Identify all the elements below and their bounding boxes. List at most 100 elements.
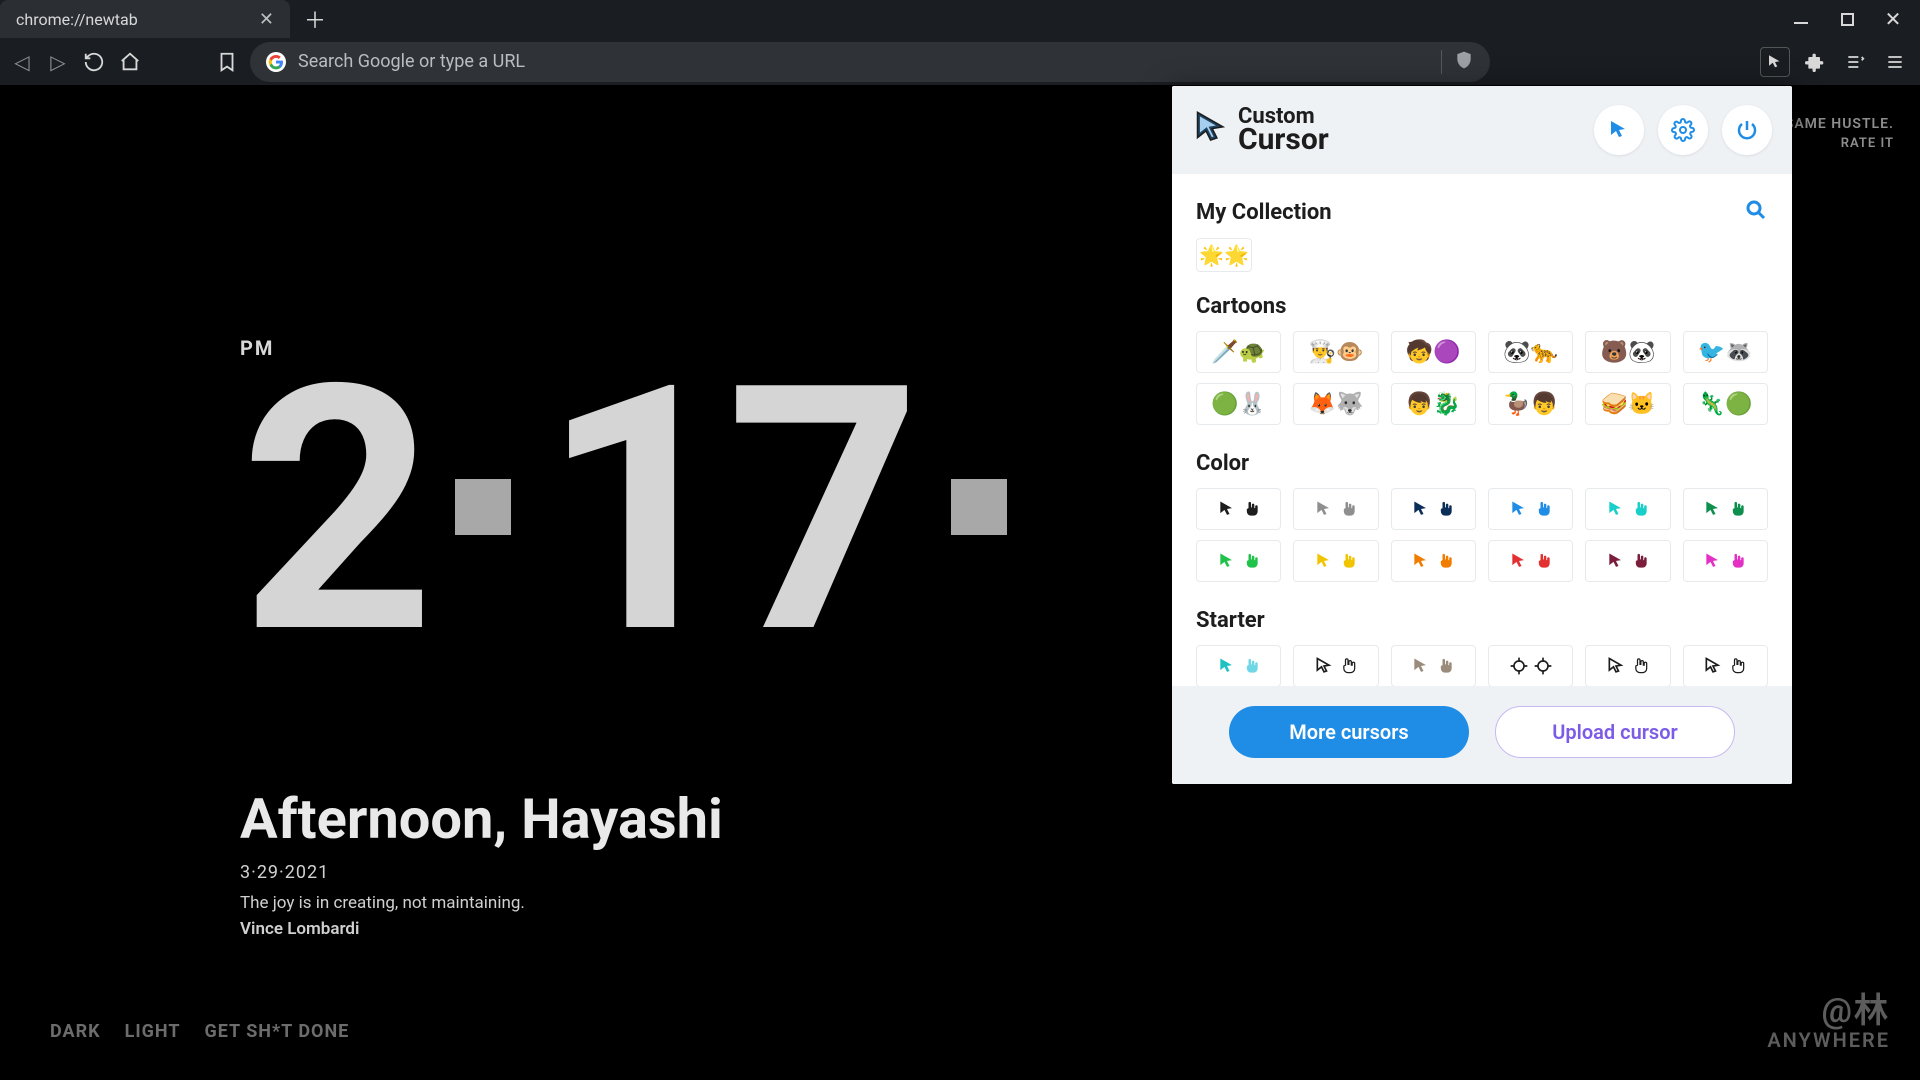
starter-cursor-item[interactable] <box>1683 645 1768 686</box>
watermark-line2: ANYWHERE <box>1767 1028 1890 1052</box>
greeting-block: Afternoon, Hayashi 3·29·2021 The joy is … <box>240 786 723 939</box>
popup-footer: More cursors Upload cursor <box>1172 686 1792 784</box>
default-cursor-button[interactable] <box>1594 105 1644 155</box>
popup-logo[interactable]: Custom Cursor <box>1192 108 1329 152</box>
color-cursor-item[interactable] <box>1585 540 1670 582</box>
watermark: @林 ANYWHERE <box>1767 983 1890 1052</box>
cartoon-cursor-item[interactable]: 🦊🐺 <box>1293 383 1378 425</box>
starter-cursor-item[interactable] <box>1585 645 1670 686</box>
logo-line2: Cursor <box>1238 127 1329 153</box>
color-cursor-item[interactable] <box>1391 540 1476 582</box>
quote-text: The joy is in creating, not maintaining. <box>240 893 723 913</box>
close-window-button[interactable]: ✕ <box>1884 10 1902 28</box>
clock-hour: 2 <box>240 313 425 711</box>
address-separator <box>1441 50 1442 74</box>
clock: 217 <box>240 366 1007 657</box>
custom-cursor-extension-icon[interactable] <box>1760 47 1790 77</box>
color-cursor-item[interactable] <box>1293 488 1378 530</box>
logo-cursor-icon <box>1192 109 1230 151</box>
cartoon-cursor-item[interactable]: 🦎🟢 <box>1683 383 1768 425</box>
popup-body: My Collection 🌟🌟 Cartoons 🗡️🐢 👨‍🍳🐵 🧒🟣 🐼🐆 🐻🐼 🐦… <box>1172 174 1792 686</box>
extensions-icon[interactable] <box>1800 47 1830 77</box>
theme-gsd[interactable]: GET SH*T DONE <box>204 1021 349 1042</box>
starter-cursor-item[interactable] <box>1196 645 1281 686</box>
starter-grid <box>1196 645 1768 686</box>
close-tab-icon[interactable]: ✕ <box>259 9 274 30</box>
more-cursors-button[interactable]: More cursors <box>1229 706 1469 758</box>
window-controls: ✕ <box>1792 10 1920 28</box>
color-cursor-item[interactable] <box>1196 488 1281 530</box>
clock-separator-dot <box>455 479 511 535</box>
cartoon-cursor-item[interactable]: 🧒🟣 <box>1391 331 1476 373</box>
cartoon-cursor-item[interactable]: 🥪🐱 <box>1585 383 1670 425</box>
color-cursor-item[interactable] <box>1683 540 1768 582</box>
top-right-line2[interactable]: RATE IT <box>1785 136 1894 151</box>
cartoons-title: Cartoons <box>1196 294 1768 319</box>
starter-cursor-item[interactable] <box>1293 645 1378 686</box>
color-cursor-item[interactable] <box>1391 488 1476 530</box>
back-button[interactable]: ◁ <box>10 50 34 74</box>
cartoon-cursor-item[interactable]: 🗡️🐢 <box>1196 331 1281 373</box>
my-collection-items: 🌟🌟 <box>1196 238 1768 272</box>
colors-grid <box>1196 488 1768 582</box>
google-icon <box>266 52 286 72</box>
greeting-text: Afternoon, Hayashi <box>240 786 723 852</box>
cartoons-grid: 🗡️🐢 👨‍🍳🐵 🧒🟣 🐼🐆 🐻🐼 🐦🦝 🟢🐰 🦊🐺 👦🐉 🦆👦 🥪🐱 🦎🟢 <box>1196 331 1768 425</box>
my-collection-title: My Collection <box>1196 200 1332 225</box>
cartoon-cursor-item[interactable]: 👨‍🍳🐵 <box>1293 331 1378 373</box>
color-cursor-item[interactable] <box>1488 488 1573 530</box>
color-cursor-item[interactable] <box>1488 540 1573 582</box>
cartoon-cursor-item[interactable]: 👦🐉 <box>1391 383 1476 425</box>
theme-dark[interactable]: DARK <box>50 1021 101 1042</box>
cartoon-cursor-item[interactable]: 🐻🐼 <box>1585 331 1670 373</box>
color-cursor-item[interactable] <box>1196 540 1281 582</box>
search-icon[interactable] <box>1744 198 1768 226</box>
logo-text: Custom Cursor <box>1238 108 1329 152</box>
minimize-button[interactable] <box>1792 10 1810 28</box>
settings-button[interactable] <box>1658 105 1708 155</box>
address-bar[interactable] <box>250 42 1490 82</box>
quote-author: Vince Lombardi <box>240 919 723 939</box>
color-cursor-item[interactable] <box>1683 488 1768 530</box>
bookmark-button[interactable] <box>214 51 240 73</box>
clock-trailing-dot <box>951 479 1007 535</box>
home-button[interactable] <box>118 50 142 74</box>
clock-minute: 17 <box>541 313 911 711</box>
custom-cursor-popup: Custom Cursor My Collection <box>1172 86 1792 784</box>
cartoon-cursor-item[interactable]: 🟢🐰 <box>1196 383 1281 425</box>
color-cursor-item[interactable] <box>1585 488 1670 530</box>
top-right-caption: SAME HUSTLE. RATE IT <box>1785 116 1894 151</box>
starter-title: Starter <box>1196 608 1768 633</box>
popup-header: Custom Cursor <box>1172 86 1792 174</box>
top-right-line1: SAME HUSTLE. <box>1785 116 1894 132</box>
new-tab-button[interactable]: ＋ <box>304 3 326 35</box>
watermark-line1: @林 <box>1767 983 1890 1032</box>
color-title: Color <box>1196 451 1768 476</box>
power-button[interactable] <box>1722 105 1772 155</box>
browser-tab[interactable]: chrome://newtab ✕ <box>0 0 290 38</box>
cartoon-cursor-item[interactable]: 🦆👦 <box>1488 383 1573 425</box>
starter-cursor-item[interactable] <box>1488 645 1573 686</box>
browser-menu-icon[interactable] <box>1880 47 1910 77</box>
shield-icon[interactable] <box>1454 50 1474 74</box>
popup-header-actions <box>1594 105 1772 155</box>
starter-cursor-item[interactable] <box>1391 645 1476 686</box>
cartoon-cursor-item[interactable]: 🐼🐆 <box>1488 331 1573 373</box>
address-wrap <box>214 42 1736 82</box>
maximize-button[interactable] <box>1838 10 1856 28</box>
new-tab-page: SAME HUSTLE. RATE IT PM 217 Afternoon, H… <box>0 86 1920 1080</box>
color-cursor-item[interactable] <box>1293 540 1378 582</box>
window-titlebar: chrome://newtab ✕ ＋ ✕ <box>0 0 1920 38</box>
browser-toolbar: ◁ ▷ <box>0 38 1920 86</box>
tab-title: chrome://newtab <box>16 10 138 29</box>
address-input[interactable] <box>298 51 1429 72</box>
reload-button[interactable] <box>82 50 106 74</box>
upload-cursor-button[interactable]: Upload cursor <box>1495 706 1735 758</box>
theme-light[interactable]: LIGHT <box>125 1021 181 1042</box>
forward-button[interactable]: ▷ <box>46 50 70 74</box>
date-text: 3·29·2021 <box>240 862 723 883</box>
reading-list-icon[interactable] <box>1840 47 1870 77</box>
cartoon-cursor-item[interactable]: 🐦🦝 <box>1683 331 1768 373</box>
theme-switcher: DARK LIGHT GET SH*T DONE <box>50 1021 349 1042</box>
my-collection-item[interactable]: 🌟🌟 <box>1196 238 1252 272</box>
